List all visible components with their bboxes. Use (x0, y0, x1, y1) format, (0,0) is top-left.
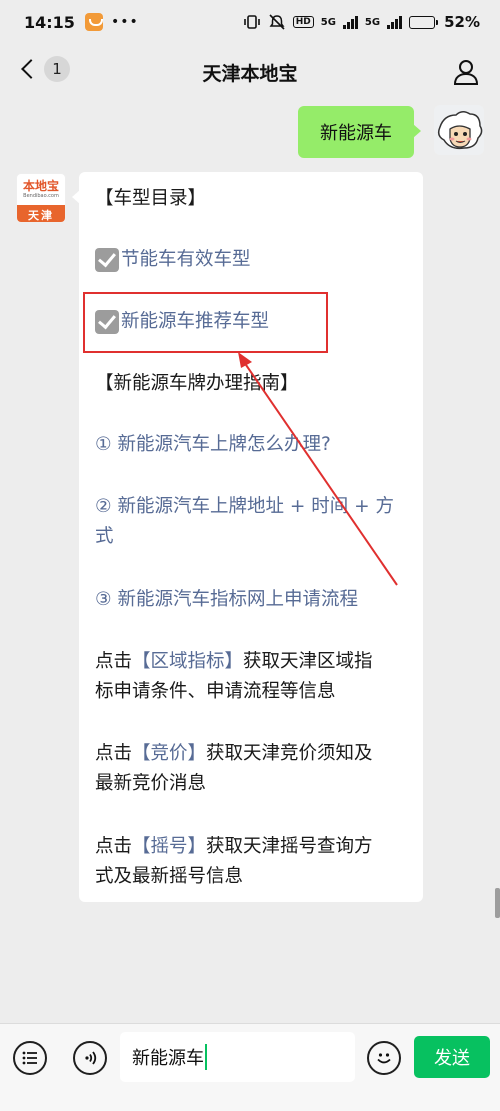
emoji-icon (377, 1053, 391, 1064)
status-bar: 14:15 ••• HD 5G 5G 52% (0, 0, 500, 44)
link-nev-quota-application[interactable]: ③ 新能源汽车指标网上申请流程 (95, 585, 415, 615)
signal-icon-2 (387, 15, 403, 29)
link-nev-registration-address[interactable]: ② 新能源汽车上牌地址 + 时间 + 方 式 (95, 492, 415, 552)
menu-list-icon (22, 1051, 37, 1065)
battery-icon (409, 15, 439, 29)
battery-percentage: 52% (444, 13, 480, 31)
app-notification-icon (84, 13, 103, 31)
network-type-1: 5G (320, 16, 336, 28)
message-input[interactable]: 新能源车 (120, 1032, 355, 1082)
mute-icon (269, 14, 285, 30)
highlight-box-annotation (83, 292, 328, 353)
paragraph-region-quota: 点击【区域指标】获取天津区域指 标申请条件、申请流程等信息 (95, 651, 373, 702)
menu-list-button[interactable] (13, 1041, 47, 1075)
bot-logo-subtext: Bendibao.com (23, 193, 59, 199)
paragraph-lottery: 点击【摇号】获取天津摇号查询方 式及最新摇号信息 (95, 836, 373, 887)
more-notifications-indicator: ••• (110, 14, 139, 30)
section-title-nev-plate-guide: 【新能源车牌办理指南】 (95, 373, 299, 394)
back-chevron-icon (21, 59, 41, 79)
profile-icon[interactable] (452, 58, 480, 86)
vibrate-icon (243, 15, 260, 29)
menu-item-label: 节能车有效车型 (121, 249, 251, 270)
signal-icon-1 (342, 15, 358, 29)
scrollbar-thumb[interactable] (495, 888, 500, 918)
incoming-message-bubble: 【车型目录】 节能车有效车型 新能源车推荐车型 【新能源车牌办理指南】 ① 新能… (72, 172, 423, 902)
bot-city-label: 天津 (17, 205, 65, 222)
outgoing-message-bubble[interactable]: 新能源车 (298, 106, 421, 158)
text-caret (205, 1044, 207, 1070)
link-line-1: ② 新能源汽车上牌地址 + 时间 + 方 (95, 496, 394, 517)
hd-badge: HD (292, 16, 314, 28)
checkbox-icon (95, 248, 119, 272)
my-avatar[interactable] (434, 105, 484, 155)
keyword-region-quota[interactable]: 【区域指标】 (132, 651, 243, 672)
network-type-2: 5G (364, 16, 381, 28)
link-nev-registration-how[interactable]: ① 新能源汽车上牌怎么办理? (95, 430, 415, 460)
status-time: 14:15 (24, 12, 75, 32)
voice-icon (85, 1051, 97, 1065)
voice-input-button[interactable] (73, 1041, 107, 1075)
title-bar: 1 天津本地宝 (0, 44, 500, 100)
back-button[interactable]: 1 (16, 56, 70, 82)
page-title: 天津本地宝 (202, 62, 298, 85)
bot-avatar[interactable]: 本地宝 Bendibao.com 天津 (16, 173, 66, 223)
menu-item-energy-saving-vehicles[interactable]: 节能车有效车型 (95, 245, 415, 275)
status-indicators: HD 5G 5G 52% (243, 13, 480, 31)
send-button[interactable]: 发送 (414, 1036, 490, 1078)
input-bar: 新能源车 发送 (0, 1023, 500, 1111)
bot-logo-text: 本地宝 (22, 179, 59, 193)
message-input-value: 新能源车 (132, 1048, 204, 1069)
section-title-vehicle-catalog: 【车型目录】 (95, 188, 207, 209)
cartoon-sheep-avatar-icon (434, 105, 484, 155)
link-line-2: 式 (95, 526, 114, 547)
paragraph-bidding: 点击【竞价】获取天津竞价须知及 最新竞价消息 (95, 743, 373, 794)
keyword-bidding[interactable]: 【竞价】 (132, 743, 206, 764)
keyword-lottery[interactable]: 【摇号】 (132, 836, 206, 857)
unread-count-badge: 1 (44, 56, 70, 82)
emoji-button[interactable] (367, 1041, 401, 1075)
